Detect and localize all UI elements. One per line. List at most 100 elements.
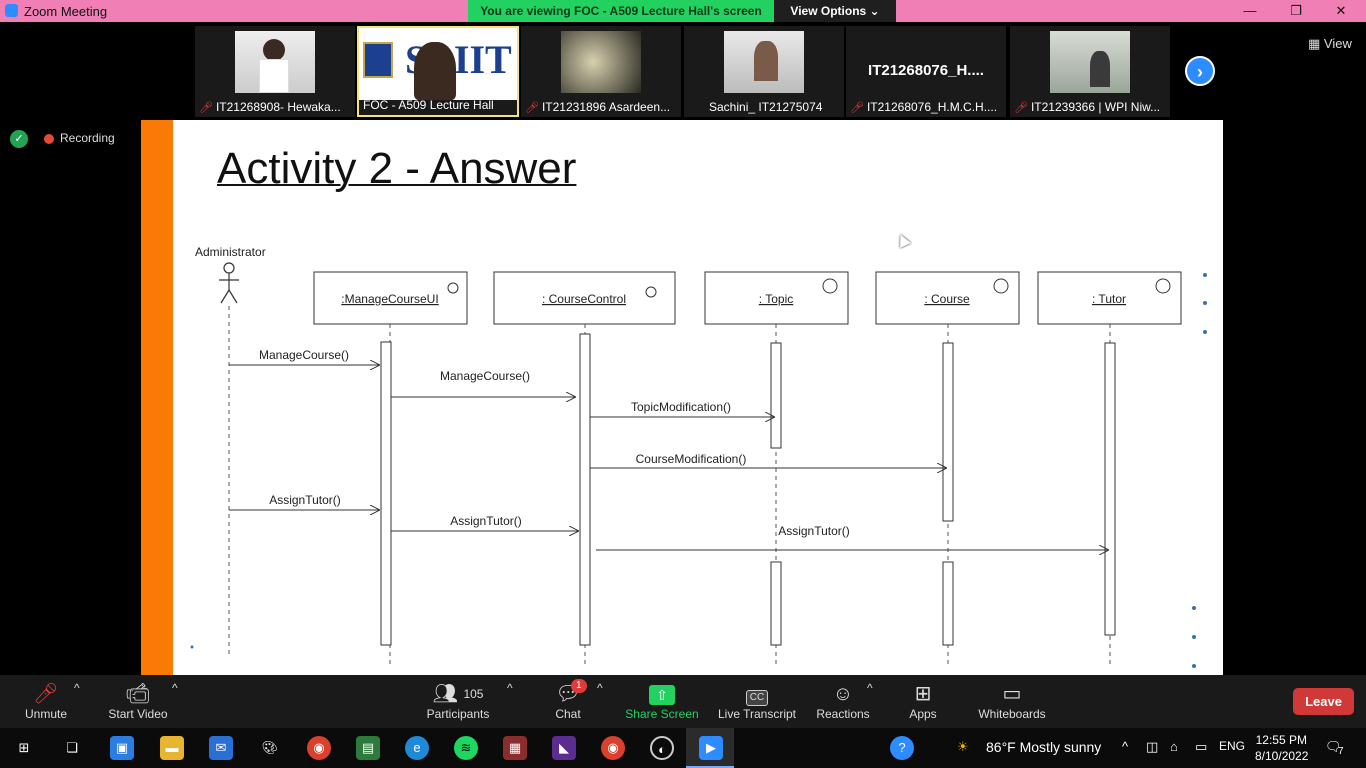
obs-icon[interactable]: ◐ xyxy=(650,736,674,760)
tray-expand-icon[interactable]: ^ xyxy=(1122,739,1128,754)
maximize-button[interactable]: ❐ xyxy=(1273,0,1319,22)
participant-video: SLIIT xyxy=(359,28,517,100)
next-page-arrow-icon[interactable]: › xyxy=(1185,56,1215,86)
help-icon[interactable]: ? xyxy=(890,736,914,760)
participants-count: 105 xyxy=(463,687,484,701)
share-screen-button[interactable]: ⇧ Share Screen xyxy=(624,681,700,721)
participant-tile[interactable]: Sachini_ IT21275074 xyxy=(684,26,844,117)
participant-name-placeholder: IT21268076_H.... xyxy=(868,62,984,79)
start-video-button[interactable]: 📹︎ Start Video xyxy=(104,681,172,721)
unmute-button[interactable]: 🎤︎ Unmute xyxy=(18,681,74,721)
weather-text[interactable]: 86°F Mostly sunny xyxy=(986,739,1101,755)
muted-mic-icon: 🎤︎ xyxy=(1014,102,1028,114)
live-transcript-button[interactable]: CC Live Transcript xyxy=(716,681,798,721)
cc-icon: CC xyxy=(745,690,769,706)
reactions-caret-icon[interactable]: ^ xyxy=(867,681,873,695)
activation-bar xyxy=(942,561,954,646)
recording-indicator[interactable]: ✓ Recording xyxy=(10,130,115,148)
apps-icon: ⊞ xyxy=(914,683,932,705)
message-manage-course-2: ManageCourse() xyxy=(391,369,576,397)
battery-icon[interactable]: ▭ xyxy=(1195,739,1207,755)
paint-icon[interactable]: 🎨︎ xyxy=(258,736,282,760)
project-icon[interactable]: ▤ xyxy=(356,736,380,760)
close-window-button[interactable]: ✕ xyxy=(1318,0,1364,22)
reactions-icon: ☺ xyxy=(832,683,854,705)
chat-badge: 1 xyxy=(571,679,587,693)
mail-icon[interactable]: ✉ xyxy=(209,736,233,760)
participant-tile-active-speaker[interactable]: SLIIT FOC - A509 Lecture Hall xyxy=(357,26,519,117)
actor-stick-figure-icon xyxy=(219,262,239,304)
language-indicator[interactable]: ENG xyxy=(1219,739,1245,753)
share-screen-icon: ⇧ xyxy=(649,685,675,705)
winrar-icon[interactable]: ▦ xyxy=(503,736,527,760)
reactions-button[interactable]: ☺ Reactions xyxy=(814,681,872,721)
activation-bar xyxy=(579,333,591,646)
message-course-modification: CourseModification() xyxy=(590,452,947,468)
participant-tile[interactable]: 🎤︎ IT21268908- Hewaka... xyxy=(195,26,355,117)
lifeline-tutor: : Tutor xyxy=(1037,271,1182,665)
participant-tile[interactable]: 🎤︎ IT21239366 | WPI Niw... xyxy=(1010,26,1170,117)
spotify-icon[interactable]: ≋ xyxy=(454,736,478,760)
lifeline-label: : Tutor xyxy=(1092,292,1126,306)
activation-bar xyxy=(380,341,392,646)
participants-button[interactable]: 👥︎ 105 Participants xyxy=(424,681,492,721)
minimize-button[interactable]: — xyxy=(1227,0,1273,22)
participant-tile[interactable]: IT21268076_H.... 🎤︎ IT21268076_H.M.C.H...… xyxy=(846,26,1006,117)
participants-caret-icon[interactable]: ^ xyxy=(507,681,513,695)
audio-options-caret-icon[interactable]: ^ xyxy=(74,681,80,695)
chat-button[interactable]: 💬︎ 1 Chat xyxy=(545,679,591,721)
svg-text:TopicModification(): TopicModification() xyxy=(631,400,731,414)
participant-video xyxy=(561,31,641,93)
leave-button[interactable]: Leave xyxy=(1293,688,1354,715)
meeting-toolbar: 🎤︎ Unmute ^ 📹︎ Start Video ^ 👥︎ 105 Part… xyxy=(0,675,1366,728)
title-bar: Zoom Meeting You are viewing FOC - A509 … xyxy=(0,0,1366,22)
sequence-diagram: Administrator :ManageCourseUI : Course Co… xyxy=(190,245,1207,668)
activation-bar xyxy=(770,561,782,646)
file-explorer-icon[interactable]: ▬ xyxy=(160,736,184,760)
visual-studio-icon[interactable]: ◣ xyxy=(552,736,576,760)
participant-video xyxy=(1050,31,1130,93)
muted-mic-icon: 🎤︎ xyxy=(199,102,213,114)
edge-icon[interactable]: e xyxy=(405,736,429,760)
tray-app-icon[interactable]: ◫ xyxy=(1146,739,1158,755)
task-view-icon[interactable]: ❏ xyxy=(60,736,84,760)
zoom-app-icon xyxy=(5,4,18,17)
clock[interactable]: 12:55 PM 8/10/2022 xyxy=(1255,732,1308,764)
participant-name: IT21268076_H.M.C.H.... xyxy=(866,100,998,114)
apps-button[interactable]: ⊞ Apps xyxy=(902,681,944,721)
svg-text:ManageCourse(): ManageCourse() xyxy=(259,348,349,362)
muted-mic-icon: 🎤︎ xyxy=(33,683,59,705)
participant-video xyxy=(235,31,315,93)
view-button[interactable]: ▦ View xyxy=(1308,36,1352,52)
whiteboard-icon: ▭ xyxy=(1002,683,1022,705)
participant-name: IT21268908- Hewaka... xyxy=(215,100,341,114)
chat-caret-icon[interactable]: ^ xyxy=(597,681,603,695)
message-assign-tutor-1: AssignTutor() xyxy=(229,493,380,510)
chrome-icon-2[interactable]: ◉ xyxy=(601,736,625,760)
message-assign-tutor-3: AssignTutor() xyxy=(596,524,1109,550)
recording-dot-icon xyxy=(44,134,54,144)
participant-name: IT21231896 Asardeen... xyxy=(541,100,671,114)
chrome-icon[interactable]: ◉ xyxy=(307,736,331,760)
zoom-taskbar-icon[interactable]: ▶ xyxy=(699,736,723,760)
decorative-dots xyxy=(190,273,1207,668)
svg-text:CourseModification(): CourseModification() xyxy=(636,452,747,466)
lifeline-label: : Course xyxy=(924,292,970,306)
participant-tile[interactable]: 🎤︎ IT21231896 Asardeen... xyxy=(521,26,681,117)
lifeline-label: : Topic xyxy=(759,292,793,306)
activation-bar xyxy=(1104,342,1116,636)
svg-text:AssignTutor(): AssignTutor() xyxy=(778,524,850,538)
lifeline-manage-course-ui: :ManageCourseUI xyxy=(313,271,468,665)
notification-count: 7 xyxy=(1338,746,1344,757)
windows-start-icon[interactable]: ⊞ xyxy=(12,736,36,760)
whiteboards-button[interactable]: ▭ Whiteboards xyxy=(975,681,1049,721)
participant-name: FOC - A509 Lecture Hall xyxy=(363,98,494,112)
network-icon[interactable]: ⌂ xyxy=(1170,739,1178,754)
view-options-button[interactable]: View Options ⌄ xyxy=(774,0,896,22)
video-options-caret-icon[interactable]: ^ xyxy=(172,681,178,695)
actor-label: Administrator xyxy=(195,245,266,259)
window-title: Zoom Meeting xyxy=(24,4,108,19)
participants-icon: 👥︎ xyxy=(432,683,458,705)
store-icon[interactable]: ▣ xyxy=(110,736,134,760)
security-shield-icon: ✓ xyxy=(10,130,28,148)
